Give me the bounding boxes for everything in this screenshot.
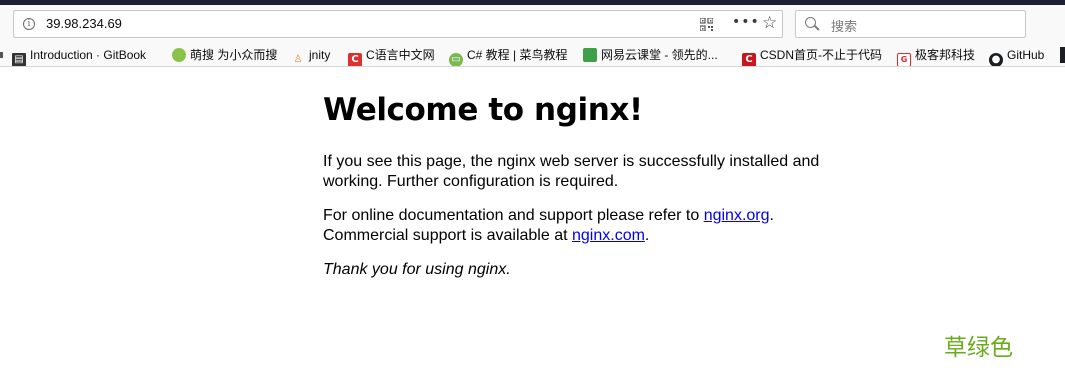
url-text[interactable]: 39.98.234.69 bbox=[46, 16, 122, 31]
circle-logo-icon bbox=[172, 48, 186, 62]
qr-code-icon[interactable] bbox=[700, 18, 713, 31]
page-title: Welcome to nginx! bbox=[323, 92, 643, 128]
docs-paragraph: For online documentation and support ple… bbox=[323, 206, 774, 246]
intro-paragraph: If you see this page, the nginx web serv… bbox=[323, 153, 820, 190]
bookmark-label: 网易云课堂 - 领先的... bbox=[601, 48, 718, 62]
bookmark-label: C# 教程 | 菜鸟教程 bbox=[467, 48, 568, 62]
runoob-icon: ▭ bbox=[449, 53, 463, 66]
page-content: Welcome to nginx! If you see this page, … bbox=[323, 70, 883, 278]
overflow-bookmark-edge bbox=[1060, 47, 1065, 63]
book-icon: ▤ bbox=[12, 53, 26, 66]
search-placeholder: 搜索 bbox=[831, 20, 858, 35]
nginx-org-link[interactable]: nginx.org bbox=[704, 207, 770, 224]
bookmark-star-icon[interactable]: ☆ bbox=[762, 14, 777, 32]
browser-toolbar: i 39.98.234.69 ••• ☆ 搜索 bbox=[0, 5, 1065, 43]
bookmarks-toolbar: ▤ Introduction · GitBook 萌搜 为小众而搜 ♙ jnity … bbox=[0, 43, 1065, 67]
search-input[interactable]: 搜索 bbox=[795, 10, 1026, 38]
bookmark-mengsou[interactable]: 萌搜 为小众而搜 bbox=[172, 47, 277, 63]
person-icon: ♙ bbox=[293, 54, 303, 65]
netease-icon bbox=[583, 48, 597, 62]
bookmark-gitbook[interactable]: ▤ Introduction · GitBook bbox=[12, 47, 147, 66]
bookmark-label: CSDN首页-不止于代码 bbox=[760, 48, 882, 62]
bookmark-label: 萌搜 为小众而搜 bbox=[190, 48, 278, 62]
bookmark-geekbang[interactable]: G 极客邦科技 bbox=[897, 47, 976, 66]
bookmark-label: C语言中文网 bbox=[366, 48, 435, 62]
watermark-text: 草绿色 bbox=[944, 335, 1013, 361]
c-logo-icon: C bbox=[348, 53, 362, 66]
search-icon bbox=[805, 17, 816, 28]
docs-text-period: . bbox=[769, 207, 774, 224]
bookmark-label: Introduction · GitBook bbox=[30, 48, 147, 62]
bookmark-label: GitHub bbox=[1007, 48, 1045, 62]
more-actions-icon[interactable]: ••• bbox=[732, 14, 760, 30]
github-icon: ● bbox=[989, 53, 1003, 66]
overflow-edge-mark bbox=[0, 52, 3, 58]
commercial-text: Commercial support is available at bbox=[323, 227, 572, 244]
commercial-text-period: . bbox=[644, 227, 650, 244]
docs-text: For online documentation and support ple… bbox=[323, 207, 704, 224]
nginx-com-link[interactable]: nginx.com bbox=[572, 227, 645, 244]
bookmark-github[interactable]: ● GitHub bbox=[989, 47, 1045, 66]
csdn-icon: C bbox=[742, 53, 756, 66]
info-icon[interactable]: i bbox=[23, 18, 35, 30]
bookmark-label: jnity bbox=[309, 48, 331, 62]
bookmark-csdn[interactable]: C CSDN首页-不止于代码 bbox=[742, 47, 882, 66]
bookmark-label: 极客邦科技 bbox=[915, 48, 976, 62]
address-bar[interactable]: i 39.98.234.69 ••• ☆ bbox=[13, 10, 783, 38]
bookmark-c-biancheng[interactable]: C C语言中文网 bbox=[348, 47, 435, 66]
bookmark-runoob[interactable]: ▭ C# 教程 | 菜鸟教程 bbox=[449, 47, 568, 66]
geekbang-icon: G bbox=[897, 53, 911, 66]
thank-you-text: Thank you for using nginx. bbox=[323, 261, 511, 278]
bookmark-jnity[interactable]: ♙ jnity bbox=[291, 47, 331, 65]
bookmark-netease[interactable]: 网易云课堂 - 领先的... bbox=[583, 47, 718, 63]
